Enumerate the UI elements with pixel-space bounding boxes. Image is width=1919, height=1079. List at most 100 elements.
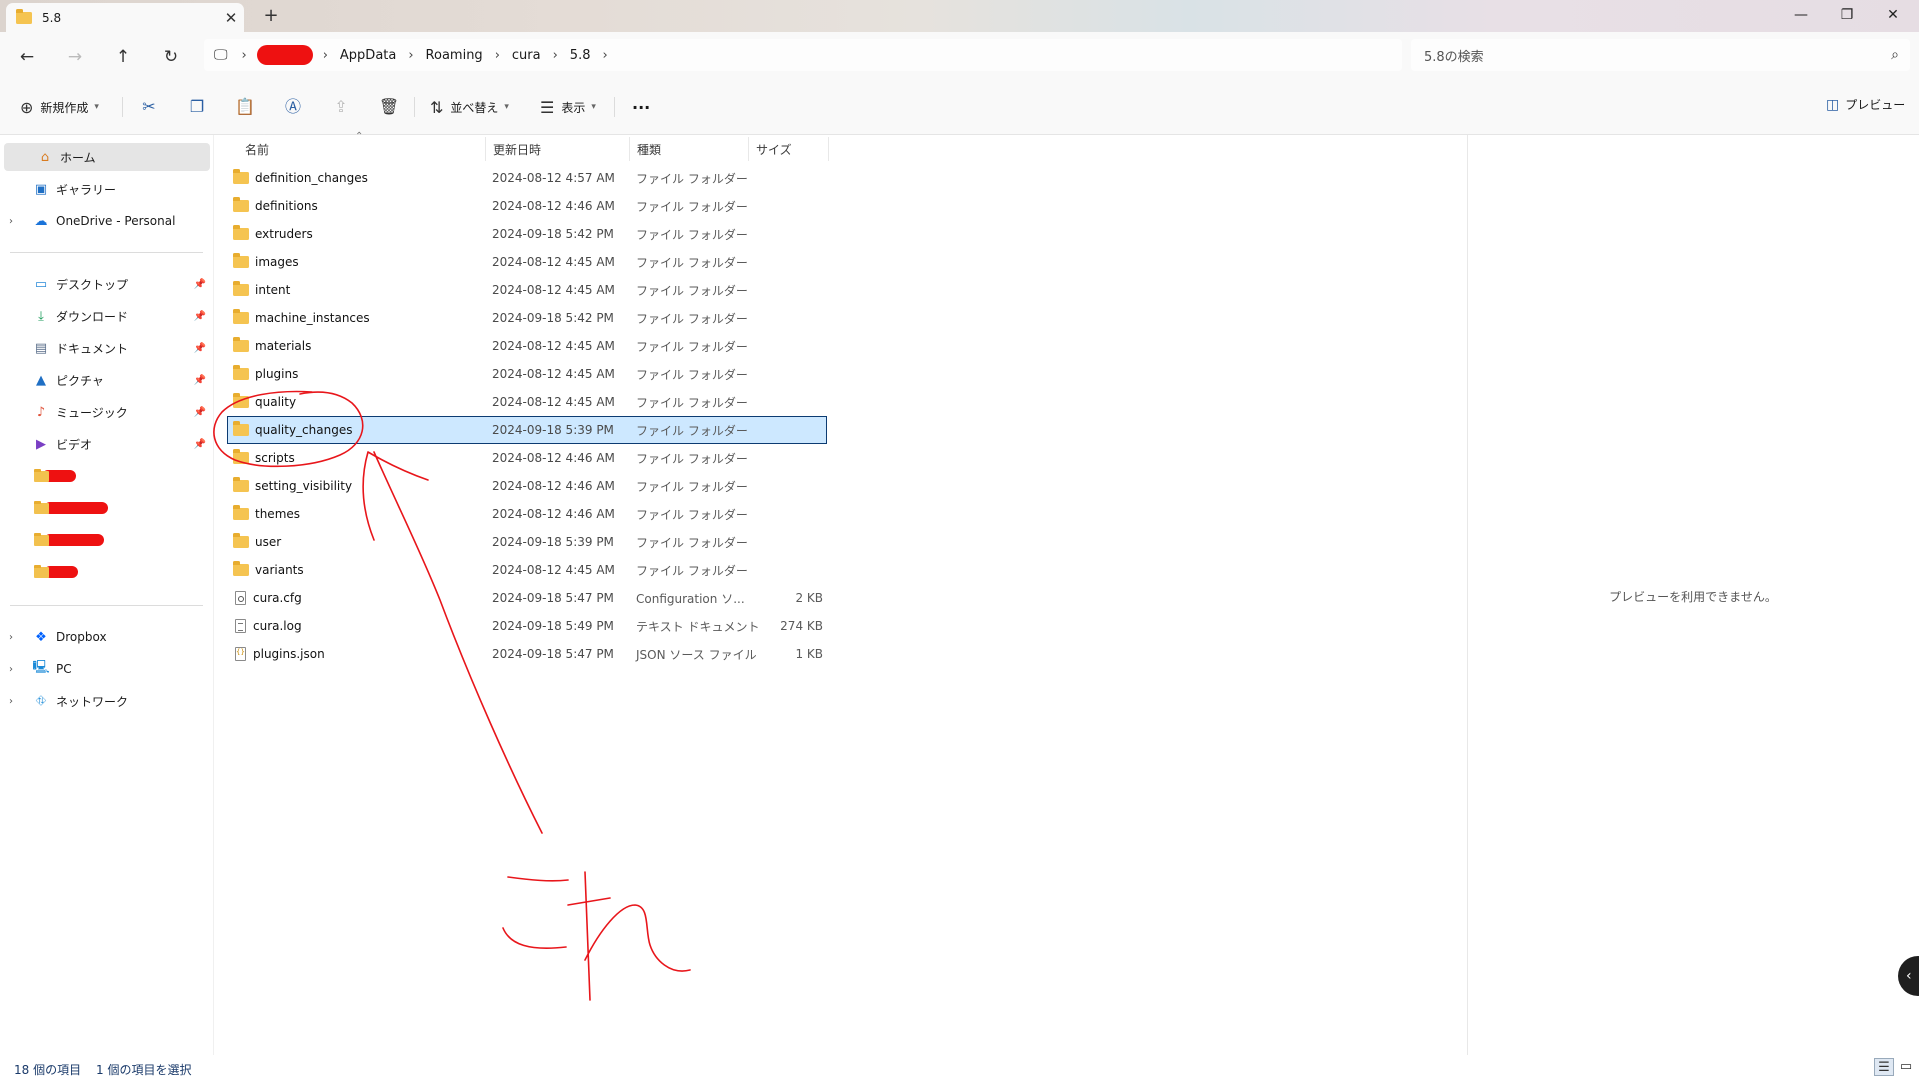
- sidebar-item-downloads[interactable]: ⤓ ダウンロード 📌: [0, 302, 210, 330]
- cut-icon[interactable]: ✂: [137, 94, 161, 120]
- search-icon[interactable]: ⌕: [1880, 47, 1910, 63]
- paste-icon[interactable]: 📋: [233, 94, 257, 120]
- breadcrumb-roaming[interactable]: Roaming: [414, 48, 495, 63]
- column-header-size[interactable]: サイズ: [749, 137, 829, 161]
- file-row[interactable]: quality_changes 2024-09-18 5:39 PM ファイル フォ…: [227, 416, 827, 444]
- sidebar-item-label: Dropbox: [56, 630, 107, 644]
- file-row[interactable]: definition_changes 2024-08-12 4:57 AM ファイル…: [228, 165, 826, 191]
- folder-icon: [233, 561, 249, 576]
- pin-icon[interactable]: 📌: [190, 375, 210, 386]
- file-name-cell: intent: [228, 281, 488, 297]
- breadcrumb-appdata[interactable]: AppData: [328, 48, 408, 63]
- search-input[interactable]: 5.8の検索 ⌕: [1411, 39, 1910, 71]
- sidebar-item-pictures[interactable]: ▲ ピクチャ 📌: [0, 366, 210, 394]
- chevron-right-icon[interactable]: ›: [0, 664, 22, 675]
- file-row[interactable]: cura.cfg 2024-09-18 5:47 PM Configuration …: [228, 585, 826, 611]
- folder-icon: [233, 505, 249, 520]
- forward-button[interactable]: →: [62, 44, 88, 70]
- chevron-right-icon[interactable]: ›: [242, 48, 247, 63]
- file-date: 2024-09-18 5:47 PM: [492, 591, 614, 605]
- maximize-button[interactable]: ❐: [1824, 0, 1870, 30]
- status-item-count: 18 個の項目: [14, 1063, 82, 1077]
- file-row[interactable]: intent 2024-08-12 4:45 AM ファイル フォルダー: [228, 277, 826, 303]
- file-type: ファイル フォルダー: [636, 507, 748, 522]
- pc-monitor-icon[interactable]: 🖵: [214, 47, 228, 63]
- plus-circle-icon: ⊕: [20, 97, 34, 117]
- new-button[interactable]: ⊕ 新規作成 ▾: [20, 95, 99, 119]
- breadcrumb-5-8[interactable]: 5.8: [558, 48, 603, 63]
- sidebar-item-redacted[interactable]: [0, 558, 210, 586]
- file-name-cell: definitions: [228, 197, 488, 213]
- new-tab-button[interactable]: +: [258, 4, 284, 28]
- column-header-date[interactable]: 更新日時: [486, 137, 630, 161]
- details-view-icon[interactable]: ☰: [1874, 1058, 1894, 1076]
- file-row[interactable]: scripts 2024-08-12 4:46 AM ファイル フォルダー: [228, 445, 826, 471]
- rename-icon[interactable]: Ⓐ: [281, 94, 305, 120]
- breadcrumb-cura[interactable]: cura: [500, 48, 553, 63]
- chevron-right-icon[interactable]: ›: [0, 632, 22, 643]
- file-type: ファイル フォルダー: [636, 367, 748, 382]
- sidebar-item-redacted[interactable]: [0, 462, 210, 490]
- sidebar-item-network[interactable]: › ⛗ ネットワーク: [0, 687, 210, 715]
- sidebar-item-redacted[interactable]: [0, 494, 210, 522]
- file-row[interactable]: variants 2024-08-12 4:45 AM ファイル フォルダー: [228, 557, 826, 583]
- sidebar-item-desktop[interactable]: ▭ デスクトップ 📌: [0, 270, 210, 298]
- back-button[interactable]: ←: [14, 44, 40, 70]
- file-row[interactable]: user 2024-09-18 5:39 PM ファイル フォルダー: [228, 529, 826, 555]
- view-button[interactable]: ☰ 表示 ▾: [540, 95, 596, 119]
- close-window-button[interactable]: ✕: [1870, 0, 1916, 30]
- chevron-right-icon[interactable]: ›: [0, 216, 22, 227]
- more-options-button[interactable]: ···: [632, 95, 650, 119]
- file-row[interactable]: extruders 2024-09-18 5:42 PM ファイル フォルダー: [228, 221, 826, 247]
- tab-close-icon[interactable]: ✕: [218, 9, 244, 27]
- pin-icon[interactable]: 📌: [190, 439, 210, 450]
- pin-icon[interactable]: 📌: [190, 407, 210, 418]
- file-row[interactable]: images 2024-08-12 4:45 AM ファイル フォルダー: [228, 249, 826, 275]
- folder-icon: [233, 225, 249, 240]
- pin-icon[interactable]: 📌: [190, 311, 210, 322]
- copy-icon[interactable]: ❐: [185, 94, 209, 120]
- sidebar-item-onedrive[interactable]: › ☁ OneDrive - Personal: [0, 207, 210, 235]
- preview-toggle-button[interactable]: ◫ プレビュー: [1826, 96, 1905, 113]
- chevron-down-icon: ▾: [591, 102, 596, 112]
- column-header-type[interactable]: 種類: [630, 137, 749, 161]
- file-name-cell: user: [228, 533, 488, 549]
- file-row[interactable]: definitions 2024-08-12 4:46 AM ファイル フォルダー: [228, 193, 826, 219]
- file-row[interactable]: setting_visibility 2024-08-12 4:46 AM ファイル…: [228, 473, 826, 499]
- pin-icon[interactable]: 📌: [190, 279, 210, 290]
- file-row[interactable]: cura.log 2024-09-18 5:49 PM テキスト ドキュメント 274…: [228, 613, 826, 639]
- sidebar-item-dropbox[interactable]: › ❖ Dropbox: [0, 623, 210, 651]
- file-name: definition_changes: [255, 171, 368, 185]
- sidebar-item-documents[interactable]: ▤ ドキュメント 📌: [0, 334, 210, 362]
- file-row[interactable]: themes 2024-08-12 4:46 AM ファイル フォルダー: [228, 501, 826, 527]
- sidebar-item-redacted[interactable]: [0, 526, 210, 554]
- file-name: quality: [255, 395, 297, 409]
- sidebar-item-home[interactable]: ⌂ ホーム: [4, 143, 210, 171]
- minimize-button[interactable]: —: [1778, 0, 1824, 30]
- delete-icon[interactable]: 🗑: [377, 94, 401, 120]
- search-placeholder: 5.8の検索: [1424, 49, 1484, 65]
- sidebar-item-videos[interactable]: ▶ ビデオ 📌: [0, 430, 210, 458]
- file-type: ファイル フォルダー: [636, 451, 748, 466]
- sidebar-item-music[interactable]: ♪ ミュージック 📌: [0, 398, 210, 426]
- refresh-button[interactable]: ↻: [158, 44, 184, 70]
- tab-current[interactable]: 5.8 ✕: [6, 3, 244, 32]
- sidebar-item-gallery[interactable]: ▣ ギャラリー: [0, 175, 210, 203]
- file-row[interactable]: materials 2024-08-12 4:45 AM ファイル フォルダー: [228, 333, 826, 359]
- file-date: 2024-08-12 4:45 AM: [492, 283, 615, 297]
- chevron-right-icon[interactable]: ›: [602, 48, 607, 63]
- share-icon[interactable]: ⇪: [329, 94, 353, 120]
- file-row[interactable]: plugins.json2024-09-18 5:47 PMJSON ソース フ…: [228, 641, 826, 667]
- file-row[interactable]: quality 2024-08-12 4:45 AM ファイル フォルダー: [228, 389, 826, 415]
- sidebar-divider: [10, 605, 203, 606]
- sort-button[interactable]: ⇅ 並べ替え ▾: [430, 95, 509, 119]
- file-row[interactable]: plugins 2024-08-12 4:45 AM ファイル フォルダー: [228, 361, 826, 387]
- pin-icon[interactable]: 📌: [190, 343, 210, 354]
- column-header-name[interactable]: 名前: [238, 137, 486, 161]
- file-row[interactable]: machine_instances 2024-09-18 5:42 PM ファイル …: [228, 305, 826, 331]
- chevron-right-icon[interactable]: ›: [0, 696, 22, 707]
- sidebar-item-pc[interactable]: › 🖳 PC: [0, 655, 210, 683]
- tiles-view-icon[interactable]: ▭: [1896, 1058, 1916, 1076]
- up-button[interactable]: ↑: [110, 44, 136, 70]
- breadcrumb[interactable]: 🖵 › › AppData › Roaming › cura › 5.8 ›: [204, 39, 1402, 71]
